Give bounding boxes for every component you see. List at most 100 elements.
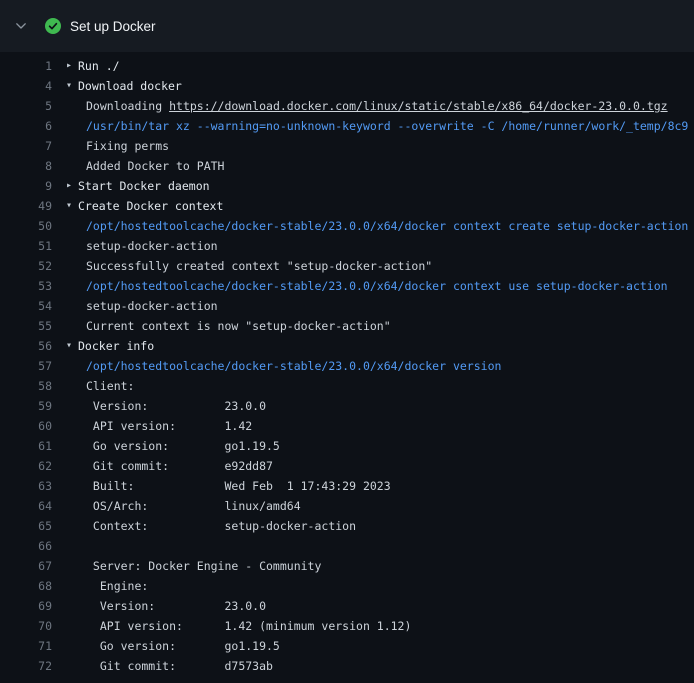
line-number[interactable]: 5	[16, 96, 52, 116]
log-row: 64 OS/Arch: linux/amd64	[0, 496, 694, 516]
log-container[interactable]: 1▸Run ./4▾Download docker5Downloading ht…	[0, 52, 694, 676]
arrow-spacer	[66, 416, 78, 436]
log-text-segment: Downloading	[86, 99, 169, 113]
line-number[interactable]: 68	[16, 576, 52, 596]
log-row: 52 Successfully created context "setup-do…	[0, 256, 694, 276]
arrow-spacer	[66, 296, 78, 316]
arrow-spacer	[66, 656, 78, 676]
log-row: 62 Git commit: e92dd87	[0, 456, 694, 476]
line-number[interactable]: 71	[16, 636, 52, 656]
log-text: Run ./	[78, 56, 120, 76]
log-row: 70 API version: 1.42 (minimum version 1.…	[0, 616, 694, 636]
log-text: Version: 23.0.0	[78, 596, 266, 616]
arrow-spacer	[66, 256, 78, 276]
line-number[interactable]: 8	[16, 156, 52, 176]
line-number[interactable]: 67	[16, 556, 52, 576]
log-text: Client:	[78, 376, 134, 396]
group-collapsed-icon[interactable]: ▸	[66, 56, 78, 76]
log-text: /opt/hostedtoolcache/docker-stable/23.0.…	[78, 356, 501, 376]
log-row: 69 Version: 23.0.0	[0, 596, 694, 616]
log-text: Current context is now "setup-docker-act…	[78, 316, 391, 336]
line-number[interactable]: 1	[16, 56, 52, 76]
log-text: Download docker	[78, 76, 182, 96]
log-link[interactable]: https://download.docker.com/linux/static…	[169, 99, 668, 113]
arrow-spacer	[66, 396, 78, 416]
log-row: 55 Current context is now "setup-docker-a…	[0, 316, 694, 336]
log-group-row[interactable]: 49 ▾Create Docker context	[0, 196, 694, 216]
line-number[interactable]: 60	[16, 416, 52, 436]
log-text: Built: Wed Feb 1 17:43:29 2023	[78, 476, 391, 496]
log-text	[78, 536, 86, 556]
arrow-spacer	[66, 356, 78, 376]
log-text: Go version: go1.19.5	[78, 636, 280, 656]
line-number[interactable]: 58	[16, 376, 52, 396]
step-title: Set up Docker	[70, 19, 156, 34]
log-row: 50/opt/hostedtoolcache/docker-stable/23.…	[0, 216, 694, 236]
chevron-down-icon[interactable]	[14, 19, 28, 33]
log-row: 67 Server: Docker Engine - Community	[0, 556, 694, 576]
log-row: 54setup-docker-action	[0, 296, 694, 316]
success-check-icon	[45, 18, 61, 34]
line-number[interactable]: 7	[16, 136, 52, 156]
line-number[interactable]: 69	[16, 596, 52, 616]
line-number[interactable]: 64	[16, 496, 52, 516]
log-row: 63 Built: Wed Feb 1 17:43:29 2023	[0, 476, 694, 496]
log-text: Fixing perms	[78, 136, 169, 156]
line-number[interactable]: 62	[16, 456, 52, 476]
log-row: 66	[0, 536, 694, 556]
log-text: Create Docker context	[78, 196, 223, 216]
arrow-spacer	[66, 456, 78, 476]
arrow-spacer	[66, 136, 78, 156]
line-number[interactable]: 49	[16, 196, 52, 216]
arrow-spacer	[66, 536, 78, 556]
log-group-row[interactable]: 56 ▾Docker info	[0, 336, 694, 356]
line-number[interactable]: 72	[16, 656, 52, 676]
group-expanded-icon[interactable]: ▾	[66, 336, 78, 356]
log-group-row[interactable]: 1 ▸Run ./	[0, 56, 694, 76]
line-number[interactable]: 6	[16, 116, 52, 136]
line-number[interactable]: 52	[16, 256, 52, 276]
line-number[interactable]: 56	[16, 336, 52, 356]
log-text: API version: 1.42 (minimum version 1.12)	[78, 616, 411, 636]
line-number[interactable]: 53	[16, 276, 52, 296]
line-number[interactable]: 50	[16, 216, 52, 236]
line-number[interactable]: 61	[16, 436, 52, 456]
log-row: 59 Version: 23.0.0	[0, 396, 694, 416]
line-number[interactable]: 65	[16, 516, 52, 536]
log-row: 51 setup-docker-action	[0, 236, 694, 256]
line-number[interactable]: 66	[16, 536, 52, 556]
line-number[interactable]: 70	[16, 616, 52, 636]
log-group-row[interactable]: 4 ▾Download docker	[0, 76, 694, 96]
log-text: /opt/hostedtoolcache/docker-stable/23.0.…	[78, 216, 688, 236]
log-row: 65 Context: setup-docker-action	[0, 516, 694, 536]
arrow-spacer	[66, 156, 78, 176]
arrow-spacer	[66, 116, 78, 136]
log-text: Docker info	[78, 336, 154, 356]
line-number[interactable]: 54	[16, 296, 52, 316]
line-number[interactable]: 51	[16, 236, 52, 256]
log-row: 57/opt/hostedtoolcache/docker-stable/23.…	[0, 356, 694, 376]
line-number[interactable]: 9	[16, 176, 52, 196]
log-row: 58 Client:	[0, 376, 694, 396]
arrow-spacer	[66, 616, 78, 636]
log-text: Context: setup-docker-action	[78, 516, 356, 536]
log-row: 53/opt/hostedtoolcache/docker-stable/23.…	[0, 276, 694, 296]
group-expanded-icon[interactable]: ▾	[66, 196, 78, 216]
line-number[interactable]: 59	[16, 396, 52, 416]
log-text: Successfully created context "setup-dock…	[78, 256, 432, 276]
log-text: OS/Arch: linux/amd64	[78, 496, 301, 516]
log-text: Git commit: d7573ab	[78, 656, 273, 676]
arrow-spacer	[66, 436, 78, 456]
log-text: Git commit: e92dd87	[78, 456, 273, 476]
line-number[interactable]: 63	[16, 476, 52, 496]
step-header[interactable]: Set up Docker	[0, 0, 694, 52]
group-collapsed-icon[interactable]: ▸	[66, 176, 78, 196]
line-number[interactable]: 57	[16, 356, 52, 376]
line-number[interactable]: 55	[16, 316, 52, 336]
line-number[interactable]: 4	[16, 76, 52, 96]
log-text: Added Docker to PATH	[78, 156, 224, 176]
arrow-spacer	[66, 216, 78, 236]
log-text: setup-docker-action	[78, 236, 218, 256]
group-expanded-icon[interactable]: ▾	[66, 76, 78, 96]
log-group-row[interactable]: 9▸Start Docker daemon	[0, 176, 694, 196]
